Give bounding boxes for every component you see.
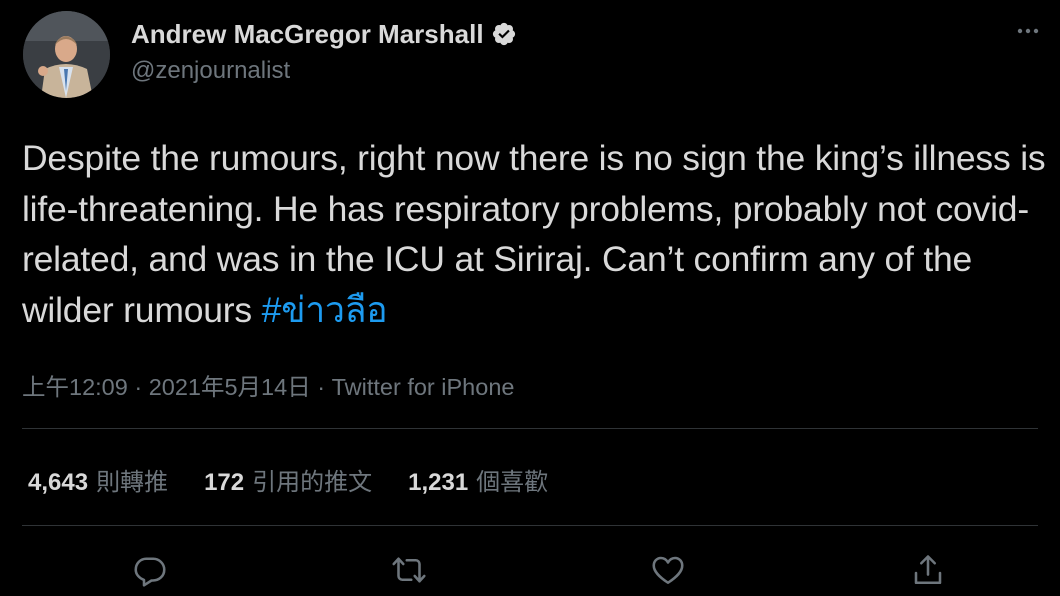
- meta-separator: ·: [127, 374, 149, 400]
- tweet-meta: 上午12:09 · 2021年5月14日 · Twitter for iPhon…: [22, 368, 514, 402]
- avatar[interactable]: [23, 11, 110, 98]
- divider: [22, 428, 1038, 429]
- quotes-count: 172: [204, 469, 245, 496]
- tweet-stats: 4,643 則轉推 172 引用的推文 1,231 個喜歡: [28, 462, 584, 497]
- likes-stat[interactable]: 1,231 個喜歡: [408, 462, 548, 497]
- meta-separator: ·: [310, 374, 332, 400]
- tweet-body: Despite the rumours, right now there is …: [22, 138, 1046, 330]
- quotes-stat[interactable]: 172 引用的推文: [204, 462, 372, 497]
- retweets-count: 4,643: [28, 469, 89, 496]
- author-info: Andrew MacGregor Marshall @zenjournalist: [131, 17, 517, 85]
- heart-icon[interactable]: [650, 552, 686, 588]
- retweet-icon[interactable]: [391, 552, 427, 588]
- handle[interactable]: @zenjournalist: [131, 57, 517, 85]
- retweets-stat[interactable]: 4,643 則轉推: [28, 462, 168, 497]
- likes-label: 個喜歡: [476, 469, 549, 496]
- tweet-source[interactable]: Twitter for iPhone: [332, 374, 515, 400]
- more-icon[interactable]: [1016, 27, 1040, 35]
- avatar-photo: [23, 11, 110, 98]
- reply-icon[interactable]: [132, 552, 168, 588]
- retweets-label: 則轉推: [96, 469, 169, 496]
- tweet-text: Despite the rumours, right now there is …: [22, 133, 1052, 335]
- divider: [22, 525, 1038, 526]
- share-icon[interactable]: [910, 552, 946, 588]
- display-name[interactable]: Andrew MacGregor Marshall: [131, 19, 484, 50]
- tweet-date[interactable]: 2021年5月14日: [149, 374, 311, 400]
- verified-badge-icon: [492, 22, 515, 46]
- tweet-detail: Andrew MacGregor Marshall @zenjournalist…: [0, 0, 1060, 596]
- display-name-row: Andrew MacGregor Marshall: [131, 17, 517, 51]
- tweet-time[interactable]: 上午12:09: [22, 374, 128, 400]
- hashtag-link[interactable]: #ข่าวลือ: [262, 290, 388, 330]
- likes-count: 1,231: [408, 469, 469, 496]
- quotes-label: 引用的推文: [252, 469, 373, 496]
